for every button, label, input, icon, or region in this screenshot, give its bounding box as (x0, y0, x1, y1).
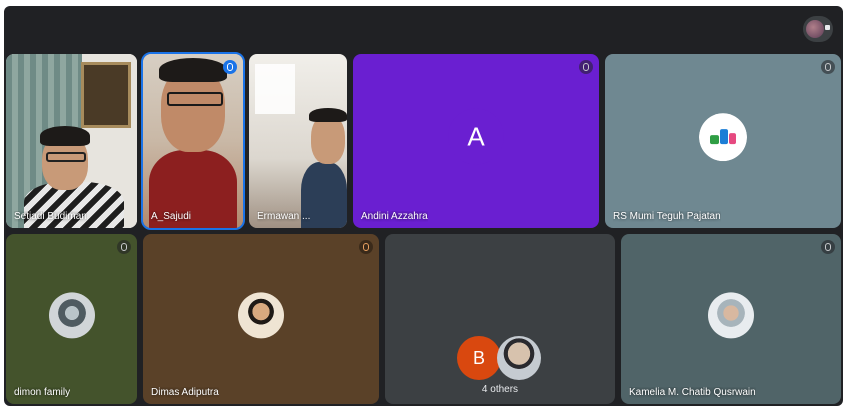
participant-tile-sajudi[interactable]: A_Sajudi (141, 52, 245, 230)
logo-icon (710, 127, 736, 147)
window (255, 64, 295, 114)
participant-tile-ermawan[interactable]: Ermawan ... (249, 54, 347, 228)
avatar-letter: A (448, 108, 504, 165)
participant-name: Setiadi Budiman (14, 211, 87, 222)
participant-name: Andini Azzahra (361, 211, 428, 222)
person-hair (309, 108, 347, 122)
others-count: 4 others (481, 384, 519, 395)
participant-name: A_Sajudi (151, 211, 192, 222)
mic-icon (121, 243, 127, 251)
participant-tile-andini[interactable]: A Andini Azzahra (353, 54, 599, 228)
others-initial: B (472, 347, 485, 368)
participant-tile-dimas[interactable]: Dimas Adiputra (143, 234, 379, 404)
mic-icon (583, 63, 589, 71)
mic-icon (363, 243, 369, 251)
person-hair (159, 58, 227, 82)
others-letter-avatar: B (457, 336, 501, 380)
others-photo-avatar (497, 336, 541, 380)
participant-name: Ermawan ... (257, 211, 311, 222)
muted-indicator (359, 240, 373, 254)
top-bar (4, 6, 843, 50)
participant-avatar (708, 292, 754, 339)
mic-icon (227, 63, 233, 71)
mic-icon (825, 63, 831, 71)
participant-name: Dimas Adiputra (151, 387, 219, 398)
meeting-grid: Setiadi Budiman A_Sajudi Ermawan ... A A… (4, 6, 843, 406)
participant-avatar (238, 292, 284, 339)
muted-indicator (117, 240, 131, 254)
muted-indicator (821, 60, 835, 74)
organization-logo (699, 113, 747, 162)
participant-name: dimon family (14, 387, 71, 398)
pin-icon (825, 25, 830, 30)
person-hair (40, 126, 90, 146)
participant-tile-dimon[interactable]: dimon family (6, 234, 137, 404)
speaking-indicator (223, 60, 237, 74)
wall-picture (81, 62, 131, 128)
participant-name: RS Mumi Teguh Pajatan (613, 211, 721, 222)
muted-indicator (579, 60, 593, 74)
participant-name: Kamelia M. Chatib Qusrwain (629, 387, 756, 398)
self-view-avatar (806, 20, 824, 38)
participant-avatar (48, 292, 95, 339)
muted-indicator (821, 240, 835, 254)
self-view-pill[interactable] (803, 16, 833, 42)
mic-icon (825, 243, 831, 251)
others-tile[interactable]: B 4 others (385, 234, 615, 404)
participant-tile-setiadi[interactable]: Setiadi Budiman (6, 54, 137, 228)
glasses (167, 92, 223, 106)
others-avatars: B (457, 336, 543, 380)
avatar-initial: A (467, 121, 485, 152)
glasses (46, 152, 86, 162)
participant-tile-rs[interactable]: RS Mumi Teguh Pajatan (605, 54, 841, 228)
participant-tile-kamelia[interactable]: Kamelia M. Chatib Qusrwain (621, 234, 841, 404)
